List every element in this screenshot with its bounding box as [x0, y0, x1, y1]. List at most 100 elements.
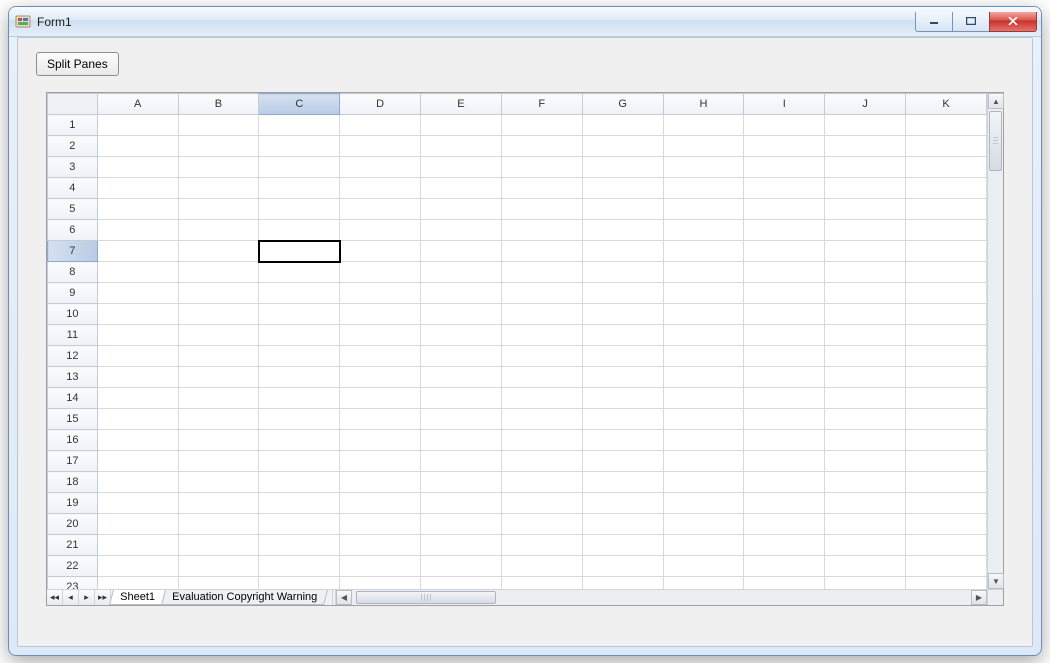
cell-H15[interactable] [663, 409, 744, 430]
minimize-button[interactable] [915, 12, 953, 32]
cell-A11[interactable] [97, 325, 178, 346]
cell-K7[interactable] [906, 241, 987, 262]
cell-G21[interactable] [582, 535, 663, 556]
row-header-20[interactable]: 20 [48, 514, 98, 535]
cell-G14[interactable] [582, 388, 663, 409]
cell-H2[interactable] [663, 136, 744, 157]
cell-K20[interactable] [906, 514, 987, 535]
cell-J3[interactable] [825, 157, 906, 178]
cell-D15[interactable] [340, 409, 421, 430]
cell-J23[interactable] [825, 577, 906, 590]
cell-D23[interactable] [340, 577, 421, 590]
cell-A23[interactable] [97, 577, 178, 590]
tab-sheet1[interactable]: Sheet1 [109, 590, 166, 605]
cell-F21[interactable] [501, 535, 582, 556]
tab-eval-warning[interactable]: Evaluation Copyright Warning [161, 590, 328, 605]
row-header-11[interactable]: 11 [48, 325, 98, 346]
cell-H10[interactable] [663, 304, 744, 325]
cell-E12[interactable] [421, 346, 502, 367]
row-header-4[interactable]: 4 [48, 178, 98, 199]
cell-J5[interactable] [825, 199, 906, 220]
cell-E3[interactable] [421, 157, 502, 178]
cell-G5[interactable] [582, 199, 663, 220]
cell-G9[interactable] [582, 283, 663, 304]
cell-B12[interactable] [178, 346, 259, 367]
cell-B9[interactable] [178, 283, 259, 304]
row-header-13[interactable]: 13 [48, 367, 98, 388]
row-header-7[interactable]: 7 [48, 241, 98, 262]
cell-C20[interactable] [259, 514, 340, 535]
nav-first-button[interactable]: ◂◂ [47, 590, 63, 605]
cell-I13[interactable] [744, 367, 825, 388]
cell-C10[interactable] [259, 304, 340, 325]
cell-D6[interactable] [340, 220, 421, 241]
cell-K22[interactable] [906, 556, 987, 577]
cell-F9[interactable] [501, 283, 582, 304]
cell-I4[interactable] [744, 178, 825, 199]
cell-J20[interactable] [825, 514, 906, 535]
tab-splitter[interactable] [327, 590, 333, 605]
cell-G20[interactable] [582, 514, 663, 535]
cell-A17[interactable] [97, 451, 178, 472]
select-all-corner[interactable] [48, 94, 98, 115]
cell-D2[interactable] [340, 136, 421, 157]
cell-F17[interactable] [501, 451, 582, 472]
cell-C2[interactable] [259, 136, 340, 157]
cell-K4[interactable] [906, 178, 987, 199]
col-header-A[interactable]: A [97, 94, 178, 115]
vscroll-thumb[interactable] [989, 111, 1002, 171]
cell-E4[interactable] [421, 178, 502, 199]
cell-E13[interactable] [421, 367, 502, 388]
cell-C7[interactable] [259, 241, 340, 262]
cell-I5[interactable] [744, 199, 825, 220]
cell-C14[interactable] [259, 388, 340, 409]
col-header-B[interactable]: B [178, 94, 259, 115]
cell-I2[interactable] [744, 136, 825, 157]
cell-G3[interactable] [582, 157, 663, 178]
cell-G4[interactable] [582, 178, 663, 199]
cell-K18[interactable] [906, 472, 987, 493]
cell-H20[interactable] [663, 514, 744, 535]
cell-G11[interactable] [582, 325, 663, 346]
cell-K9[interactable] [906, 283, 987, 304]
cell-H21[interactable] [663, 535, 744, 556]
cell-I8[interactable] [744, 262, 825, 283]
cell-B14[interactable] [178, 388, 259, 409]
cell-I1[interactable] [744, 115, 825, 136]
cell-B19[interactable] [178, 493, 259, 514]
cell-H23[interactable] [663, 577, 744, 590]
cell-K16[interactable] [906, 430, 987, 451]
cell-E10[interactable] [421, 304, 502, 325]
cell-H8[interactable] [663, 262, 744, 283]
cell-F6[interactable] [501, 220, 582, 241]
cell-D7[interactable] [340, 241, 421, 262]
cell-E20[interactable] [421, 514, 502, 535]
cell-F18[interactable] [501, 472, 582, 493]
row-header-3[interactable]: 3 [48, 157, 98, 178]
cell-D1[interactable] [340, 115, 421, 136]
cell-H18[interactable] [663, 472, 744, 493]
title-bar[interactable]: Form1 [9, 7, 1041, 37]
cell-H4[interactable] [663, 178, 744, 199]
cell-E15[interactable] [421, 409, 502, 430]
cell-A8[interactable] [97, 262, 178, 283]
cell-H13[interactable] [663, 367, 744, 388]
cell-C12[interactable] [259, 346, 340, 367]
cell-F5[interactable] [501, 199, 582, 220]
cell-F8[interactable] [501, 262, 582, 283]
row-header-8[interactable]: 8 [48, 262, 98, 283]
cell-I23[interactable] [744, 577, 825, 590]
row-header-22[interactable]: 22 [48, 556, 98, 577]
cell-C16[interactable] [259, 430, 340, 451]
scroll-down-button[interactable]: ▼ [988, 573, 1004, 589]
cell-I16[interactable] [744, 430, 825, 451]
scroll-up-button[interactable]: ▲ [988, 93, 1004, 109]
cell-B17[interactable] [178, 451, 259, 472]
cell-B20[interactable] [178, 514, 259, 535]
cell-D17[interactable] [340, 451, 421, 472]
cell-C18[interactable] [259, 472, 340, 493]
cell-H3[interactable] [663, 157, 744, 178]
row-header-14[interactable]: 14 [48, 388, 98, 409]
row-header-21[interactable]: 21 [48, 535, 98, 556]
cell-D21[interactable] [340, 535, 421, 556]
